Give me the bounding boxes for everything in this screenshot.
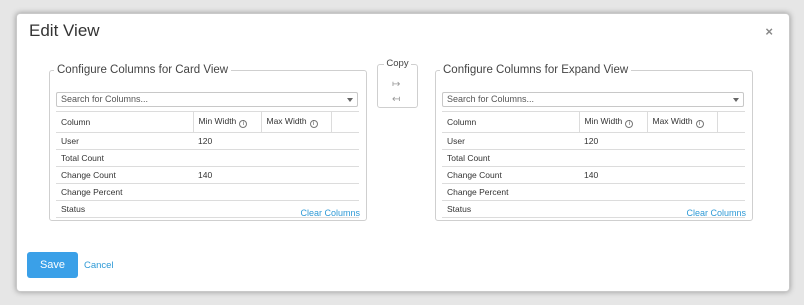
- max-width-cell[interactable]: [261, 132, 331, 150]
- max-width-cell[interactable]: [261, 149, 331, 167]
- table-row[interactable]: Change Percent: [56, 183, 359, 201]
- column-name-cell: User: [442, 132, 579, 150]
- min-width-header: Min Width i: [192, 111, 261, 133]
- close-icon[interactable]: ×: [765, 24, 773, 39]
- expand-view-legend: Configure Columns for Expand View: [443, 64, 629, 76]
- min-width-cell[interactable]: [579, 183, 647, 201]
- actions-cell: [717, 132, 745, 150]
- table-row[interactable]: Total Count: [56, 149, 359, 167]
- table-row[interactable]: User 120: [442, 132, 745, 150]
- min-width-cell[interactable]: [193, 200, 261, 218]
- actions-cell: [717, 166, 745, 184]
- column-name-cell: Status: [442, 200, 579, 218]
- card-view-search-input[interactable]: Search for Columns...: [56, 92, 358, 107]
- max-width-cell[interactable]: [647, 132, 717, 150]
- card-view-legend: Configure Columns for Card View: [57, 64, 229, 76]
- table-row[interactable]: Total Count: [442, 149, 745, 167]
- expand-view-search-input[interactable]: Search for Columns...: [442, 92, 744, 107]
- card-view-panel: Configure Columns for Card View Search f…: [49, 64, 367, 221]
- info-icon[interactable]: i: [239, 120, 248, 128]
- column-name-cell: Change Percent: [56, 183, 193, 201]
- expand-view-clear-columns-link[interactable]: Clear Columns: [686, 208, 746, 218]
- min-width-cell[interactable]: 140: [193, 166, 261, 184]
- actions-cell: [717, 183, 745, 201]
- edit-view-dialog: Edit View × Configure Columns for Card V…: [16, 13, 790, 292]
- table-row[interactable]: User 120: [56, 132, 359, 150]
- min-width-cell[interactable]: 140: [579, 166, 647, 184]
- min-width-cell[interactable]: 120: [579, 132, 647, 150]
- info-icon[interactable]: i: [309, 120, 318, 128]
- dialog-title: Edit View: [29, 21, 100, 40]
- actions-cell: [331, 149, 359, 167]
- actions-cell: [331, 166, 359, 184]
- max-width-cell[interactable]: [261, 183, 331, 201]
- actions-cell: [717, 149, 745, 167]
- min-width-cell[interactable]: 120: [193, 132, 261, 150]
- column-name-cell: Status: [56, 200, 193, 218]
- table-row[interactable]: Change Count 140: [442, 166, 745, 184]
- table-header-row: Column Min Width i Max Width i: [442, 111, 745, 133]
- expand-view-panel: Configure Columns for Expand View Search…: [435, 64, 753, 221]
- info-icon[interactable]: i: [625, 120, 634, 128]
- min-width-header-label: Min Width: [198, 116, 237, 126]
- min-width-cell[interactable]: [193, 183, 261, 201]
- max-width-header: Max Width i: [646, 111, 717, 133]
- min-width-header: Min Width i: [578, 111, 647, 133]
- column-name-cell: Change Count: [56, 166, 193, 184]
- arrow-left-icon[interactable]: ↤: [392, 94, 400, 105]
- column-name-cell: Change Count: [442, 166, 579, 184]
- card-view-clear-columns-link[interactable]: Clear Columns: [300, 208, 360, 218]
- min-width-cell[interactable]: [579, 149, 647, 167]
- expand-view-columns-table: Column Min Width i Max Width i User 120 To…: [442, 111, 745, 218]
- actions-header: [330, 111, 359, 133]
- card-view-search-placeholder: Search for Columns...: [61, 94, 149, 104]
- info-icon[interactable]: i: [695, 120, 704, 128]
- card-view-columns-table: Column Min Width i Max Width i User 120 To…: [56, 111, 359, 218]
- actions-header: [716, 111, 745, 133]
- max-width-cell[interactable]: [261, 166, 331, 184]
- max-width-cell[interactable]: [647, 166, 717, 184]
- max-width-header: Max Width i: [260, 111, 331, 133]
- max-width-cell[interactable]: [647, 149, 717, 167]
- table-header-row: Column Min Width i Max Width i: [56, 111, 359, 133]
- column-header: Column: [56, 111, 193, 133]
- chevron-down-icon[interactable]: [733, 98, 739, 102]
- actions-cell: [331, 183, 359, 201]
- column-header: Column: [442, 111, 579, 133]
- chevron-down-icon[interactable]: [347, 98, 353, 102]
- copy-controls: Copy ↦ ↤: [377, 58, 418, 108]
- max-width-header-label: Max Width: [652, 116, 693, 126]
- expand-view-search-placeholder: Search for Columns...: [447, 94, 535, 104]
- min-width-cell[interactable]: [193, 149, 261, 167]
- min-width-header-label: Min Width: [584, 116, 623, 126]
- max-width-cell[interactable]: [647, 183, 717, 201]
- max-width-header-label: Max Width: [266, 116, 307, 126]
- copy-label: Copy: [384, 58, 411, 69]
- table-row[interactable]: Change Percent: [442, 183, 745, 201]
- column-name-cell: Change Percent: [442, 183, 579, 201]
- save-button[interactable]: Save: [27, 252, 78, 278]
- min-width-cell[interactable]: [579, 200, 647, 218]
- table-row[interactable]: Change Count 140: [56, 166, 359, 184]
- actions-cell: [331, 132, 359, 150]
- cancel-link[interactable]: Cancel: [84, 260, 114, 271]
- column-name-cell: Total Count: [442, 149, 579, 167]
- column-name-cell: User: [56, 132, 193, 150]
- column-name-cell: Total Count: [56, 149, 193, 167]
- arrow-right-icon[interactable]: ↦: [392, 79, 400, 90]
